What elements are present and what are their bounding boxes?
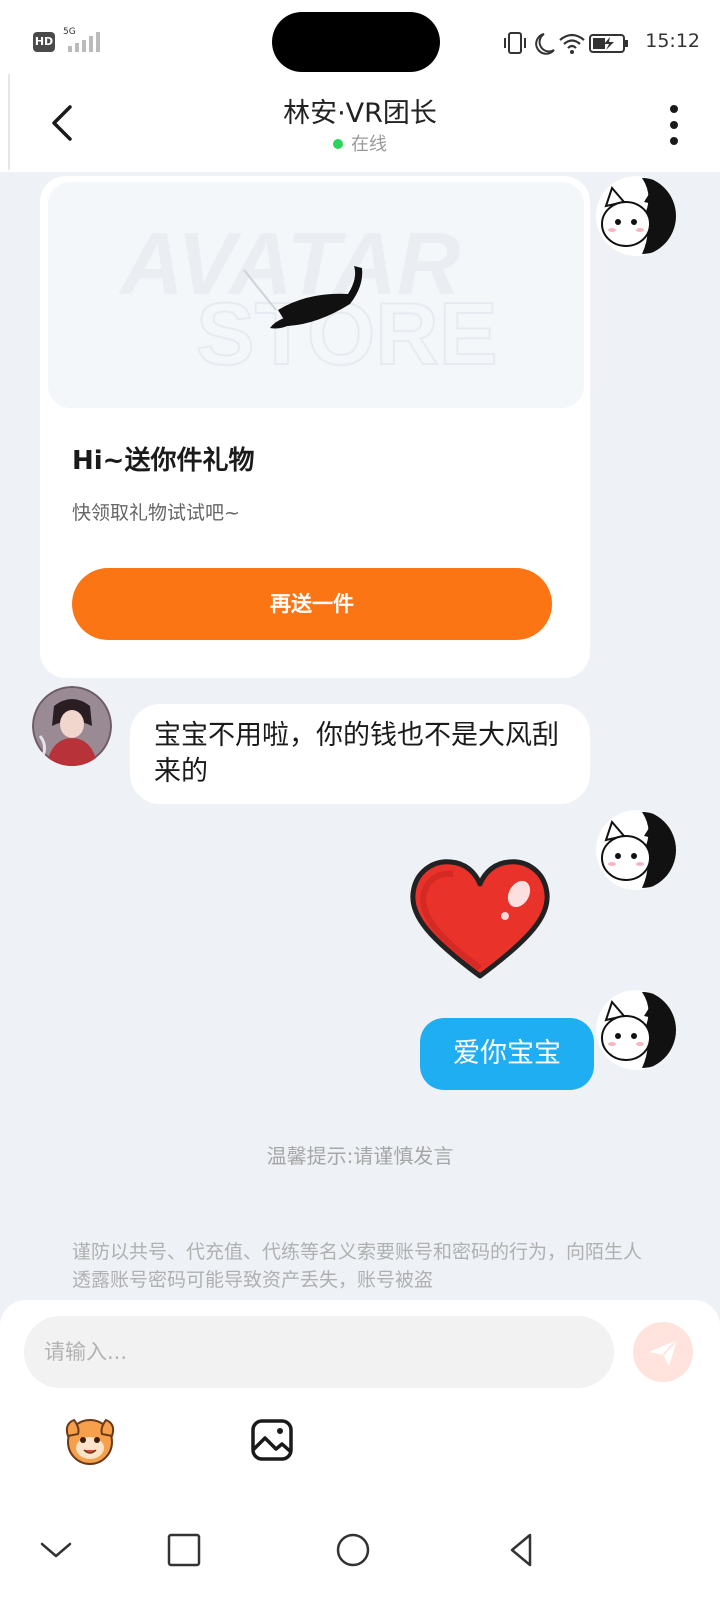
send-again-button[interactable]: 再送一件 <box>72 568 552 640</box>
my-avatar[interactable] <box>596 176 676 256</box>
online-dot <box>333 139 343 149</box>
wifi-icon <box>559 33 585 49</box>
nav-hide-keyboard-icon[interactable] <box>36 1530 76 1570</box>
my-avatar[interactable] <box>596 810 676 890</box>
received-message-text: 宝宝不用啦，你的钱也不是大风刮来的 <box>154 720 559 787</box>
emoji-icon[interactable] <box>60 1410 120 1470</box>
send-icon <box>649 1339 678 1366</box>
gift-card[interactable]: AVATAR STORE Hi~送你件礼物 快领取礼物试试吧~ 再送一件 <box>40 176 590 678</box>
nav-home-icon[interactable] <box>333 1530 373 1570</box>
gift-subtitle: 快领取礼物试试吧~ <box>72 502 240 524</box>
status-icons <box>504 32 628 55</box>
signal-icon <box>68 32 100 52</box>
security-warning: 谨防以共号、代充值、代练等名义索要账号和密码的行为，向陌生人透露账号密码可能导致… <box>72 1241 643 1291</box>
vibrate-icon <box>504 32 526 54</box>
moon-icon <box>535 33 555 55</box>
my-avatar[interactable] <box>596 990 676 1070</box>
contact-avatar[interactable] <box>32 686 112 766</box>
heart-sticker[interactable] <box>409 858 551 982</box>
status-bar: HD 5G 15:12 <box>0 0 720 84</box>
online-status-label: 在线 <box>351 134 387 155</box>
gift-banner: AVATAR STORE <box>48 182 584 408</box>
hd-badge: HD <box>33 32 55 52</box>
safety-tip: 温馨提示:请谨慎发言 <box>266 1144 454 1168</box>
message-input[interactable] <box>24 1316 614 1388</box>
contact-name: 林安·VR团长 <box>283 98 437 129</box>
online-status: 在线 <box>0 130 720 156</box>
more-options-icon[interactable] <box>662 104 686 146</box>
gift-title: Hi~送你件礼物 <box>72 446 255 476</box>
nav-back-icon[interactable] <box>502 1530 542 1570</box>
send-button[interactable] <box>633 1322 693 1382</box>
camera-cutout <box>272 12 440 72</box>
received-message-bubble[interactable]: 宝宝不用啦，你的钱也不是大风刮来的 <box>130 704 590 804</box>
image-icon[interactable] <box>250 1418 294 1462</box>
sent-message-bubble[interactable]: 爱你宝宝 <box>420 1018 594 1090</box>
nav-recents-icon[interactable] <box>164 1530 204 1570</box>
battery-icon <box>589 34 628 53</box>
clock: 15:12 <box>645 30 700 52</box>
